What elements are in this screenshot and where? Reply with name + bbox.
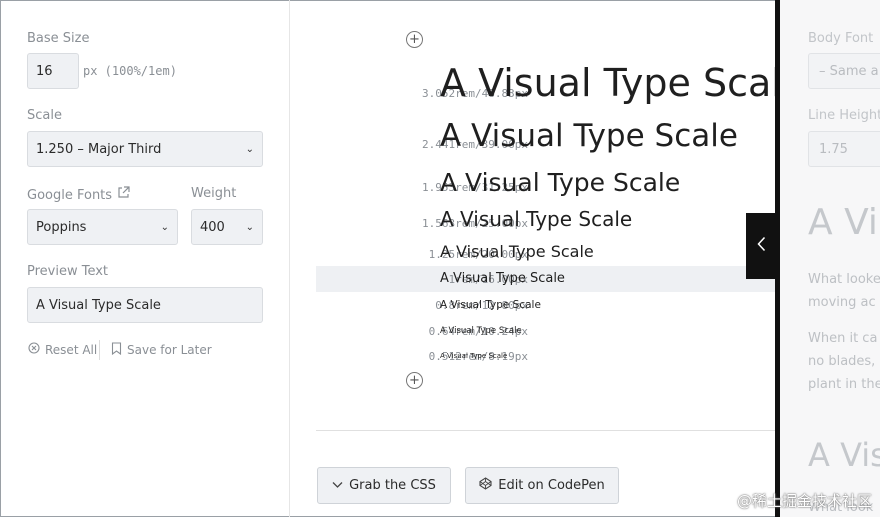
save-for-later-link[interactable]: Save for Later <box>111 342 212 358</box>
reset-all-link[interactable]: Reset All <box>28 342 97 357</box>
line-height-input[interactable]: 1.75 <box>808 131 880 167</box>
side-panel: Body Font – Same a Line Height 1.75 A Vi… <box>780 0 880 517</box>
google-fonts-label: Google Fonts <box>27 186 130 203</box>
link-divider <box>99 340 100 360</box>
scale-row-sample: A Visual Type Scale <box>440 352 508 360</box>
chevron-down-icon: ⌄ <box>245 221 254 233</box>
side-preview-text: moving ac <box>808 295 876 310</box>
external-link-icon[interactable] <box>117 186 130 202</box>
section-divider <box>316 430 776 431</box>
preview-text-input[interactable]: A Visual Type Scale <box>27 287 263 323</box>
codepen-icon <box>479 477 492 494</box>
scale-row-sample: A Visual Type Scale <box>440 271 565 286</box>
scale-row-sample: A Visual Type Scale <box>440 299 541 311</box>
reset-all-label: Reset All <box>45 342 98 357</box>
scale-row-sample: A Visual Type Scale <box>440 242 594 261</box>
line-height-label: Line Height <box>808 108 880 123</box>
grab-css-button[interactable]: Grab the CSS <box>317 467 451 504</box>
side-preview-text: What looke <box>808 272 880 287</box>
weight-label: Weight <box>191 186 237 201</box>
chevron-down-icon <box>332 478 343 493</box>
chevron-down-icon: ⌄ <box>245 143 254 155</box>
base-size-unit: px (100%/1em) <box>83 64 177 78</box>
scale-row-sample: A Visual Type Scale <box>440 168 681 197</box>
scale-row-sample: A Visual Type Scale <box>440 207 633 231</box>
body-font-label: Body Font <box>808 31 874 46</box>
scale-label: Scale <box>27 108 62 123</box>
chevron-down-icon: ⌄ <box>160 221 169 233</box>
weight-select-value: 400 <box>200 219 225 235</box>
scale-select[interactable]: 1.250 – Major Third ⌄ <box>27 131 263 167</box>
side-preview-heading-2: A Vis <box>808 436 880 474</box>
panel-toggle-button[interactable] <box>746 213 776 279</box>
side-preview-heading: A Vi <box>808 202 878 243</box>
preview-text-label: Preview Text <box>27 264 109 279</box>
grab-css-label: Grab the CSS <box>349 478 436 493</box>
scale-row-sample: A Visual Type Scale <box>440 326 522 336</box>
body-font-select[interactable]: – Same a <box>808 53 880 89</box>
font-select[interactable]: Poppins ⌄ <box>27 209 178 245</box>
base-size-label: Base Size <box>27 31 90 46</box>
weight-select[interactable]: 400 ⌄ <box>191 209 263 245</box>
google-fonts-label-text: Google Fonts <box>27 188 113 203</box>
edit-on-codepen-button[interactable]: Edit on CodePen <box>465 467 619 504</box>
bookmark-icon <box>111 342 122 358</box>
chevron-left-icon <box>756 236 766 256</box>
settings-panel: Base Size 16 px (100%/1em) Scale 1.250 –… <box>0 0 290 517</box>
base-size-input[interactable]: 16 <box>27 53 79 89</box>
side-preview-text: plant in the <box>808 377 880 392</box>
plus-circle-icon[interactable]: + <box>406 372 423 389</box>
scale-row-sample: A Visual Type Scale <box>440 61 806 105</box>
reset-circle-icon <box>28 342 40 357</box>
scale-select-value: 1.250 – Major Third <box>36 141 162 157</box>
plus-circle-icon[interactable]: + <box>406 31 423 48</box>
watermark: @稀土掘金技术社区 <box>736 492 872 510</box>
font-select-value: Poppins <box>36 219 87 235</box>
save-for-later-label: Save for Later <box>127 343 212 357</box>
edit-on-codepen-label: Edit on CodePen <box>498 478 605 493</box>
side-preview-text: When it ca <box>808 331 878 346</box>
scale-row-sample: A Visual Type Scale <box>440 118 738 154</box>
side-preview-text: no blades, <box>808 354 876 369</box>
